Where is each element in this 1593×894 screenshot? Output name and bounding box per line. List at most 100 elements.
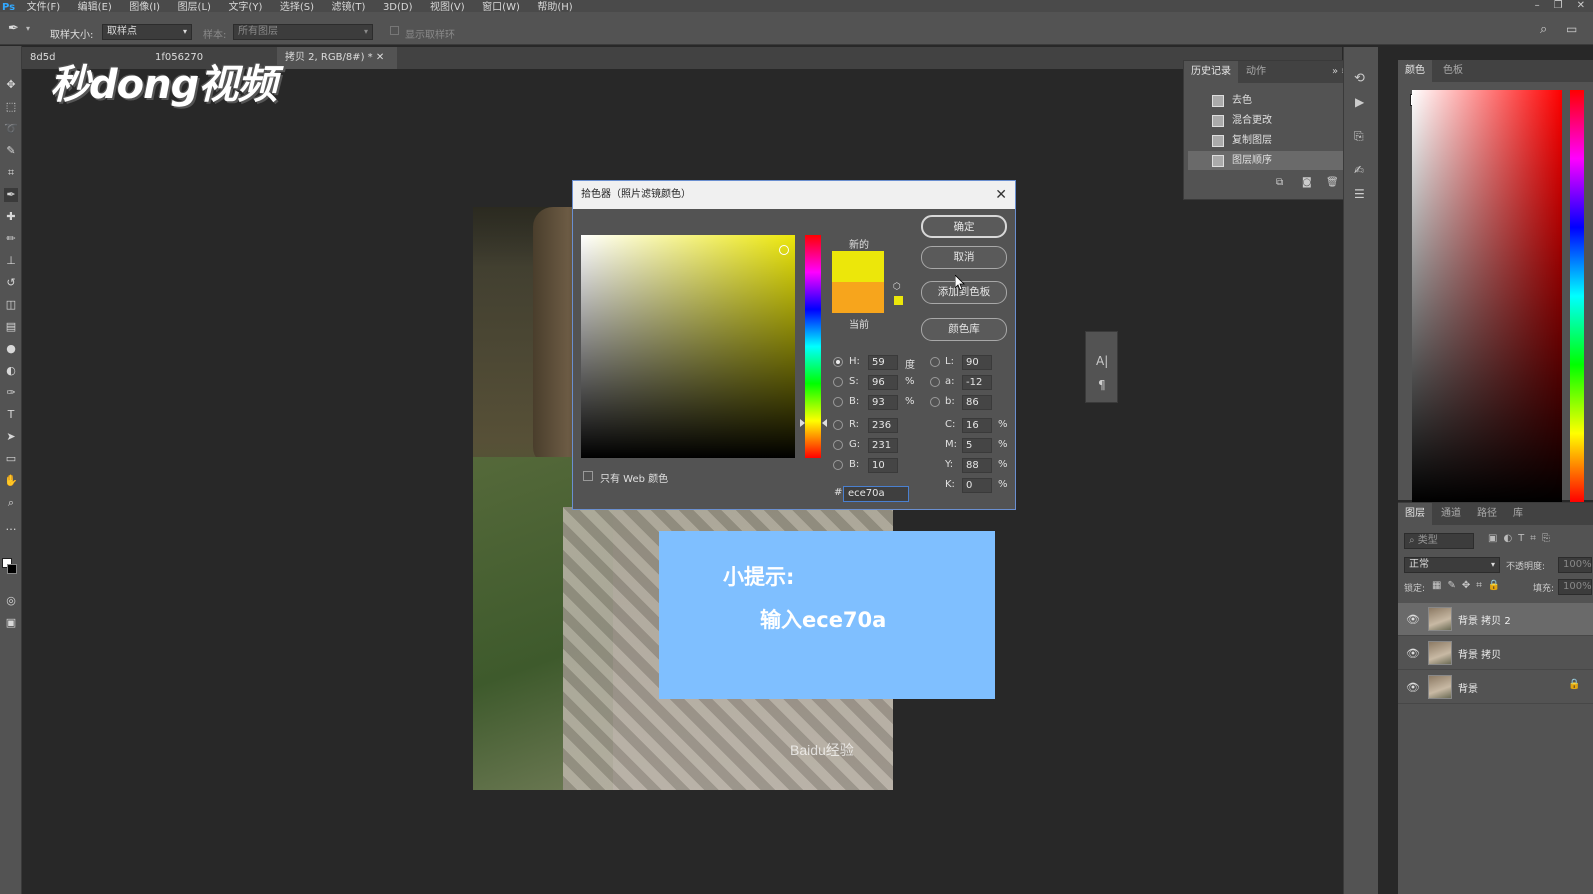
- magenta-input[interactable]: 5: [962, 438, 992, 453]
- restore-icon[interactable]: ❐: [1554, 0, 1563, 11]
- move-tool-icon[interactable]: ✥: [4, 78, 18, 92]
- web-safe-color-swatch[interactable]: [894, 296, 903, 305]
- dodge-tool-icon[interactable]: ◐: [4, 364, 18, 378]
- tab-channels[interactable]: 通道: [1434, 503, 1468, 525]
- color-libraries-button[interactable]: 颜色库: [921, 318, 1007, 341]
- color-panel-gradient-field[interactable]: [1412, 90, 1562, 502]
- layer-row[interactable]: 👁 背景 🔒: [1398, 671, 1593, 704]
- blue-input[interactable]: 10: [868, 458, 898, 473]
- opacity-input[interactable]: 100%: [1558, 557, 1592, 573]
- path-select-tool-icon[interactable]: ➤: [4, 430, 18, 444]
- green-radio[interactable]: [833, 440, 843, 450]
- gradient-tool-icon[interactable]: ▤: [4, 320, 18, 334]
- saturation-brightness-field[interactable]: [581, 235, 795, 458]
- clone-stamp-tool-icon[interactable]: ⊥: [4, 254, 18, 268]
- lab-b-input[interactable]: 86: [962, 395, 992, 410]
- eyedropper-tool-icon[interactable]: ✒: [8, 21, 19, 36]
- brush-tool-icon[interactable]: ✏: [4, 232, 18, 246]
- hex-input[interactable]: ece70a: [843, 486, 909, 502]
- close-icon[interactable]: ✕: [995, 181, 1007, 209]
- layer-kind-filter[interactable]: ⌕ 类型: [1404, 533, 1474, 549]
- trash-icon[interactable]: 🗑: [1326, 177, 1339, 188]
- hue-slider-right-arrow[interactable]: [822, 419, 827, 427]
- sample-select[interactable]: 所有图层 ▾: [233, 24, 373, 40]
- ok-button[interactable]: 确定: [921, 215, 1007, 238]
- actions-play-icon[interactable]: ▶: [1355, 95, 1364, 109]
- close-window-icon[interactable]: ✕: [1577, 0, 1585, 11]
- hue-input[interactable]: 59: [868, 355, 898, 370]
- background-color-swatch[interactable]: [7, 564, 17, 574]
- tab-paths[interactable]: 路径: [1470, 503, 1504, 525]
- blend-mode-select[interactable]: 正常 ▾: [1404, 557, 1500, 573]
- quick-select-tool-icon[interactable]: ✎: [4, 144, 18, 158]
- tab-color[interactable]: 颜色: [1398, 60, 1432, 82]
- healing-brush-tool-icon[interactable]: ✚: [4, 210, 18, 224]
- eye-icon[interactable]: 👁: [1406, 613, 1420, 626]
- color-field-cursor[interactable]: [779, 245, 789, 255]
- eraser-tool-icon[interactable]: ◫: [4, 298, 18, 312]
- sample-size-select[interactable]: 取样点 ▾: [102, 24, 192, 40]
- color-panel-hue-spectrum[interactable]: [1570, 90, 1584, 502]
- cyan-input[interactable]: 16: [962, 418, 992, 433]
- minimize-icon[interactable]: –: [1535, 0, 1540, 11]
- character-icon[interactable]: A|: [1096, 354, 1108, 368]
- screen-mode-icon[interactable]: ▣: [4, 616, 18, 630]
- eye-icon[interactable]: 👁: [1406, 647, 1420, 660]
- document-tab-active[interactable]: 拷贝 2, RGB/8#) * ✕: [277, 47, 397, 69]
- layer-row[interactable]: 👁 背景 拷贝 2: [1398, 603, 1593, 636]
- lab-l-input[interactable]: 90: [962, 355, 992, 370]
- hand-tool-icon[interactable]: ✋: [4, 474, 18, 488]
- marquee-tool-icon[interactable]: ⬚: [4, 100, 18, 114]
- yellow-input[interactable]: 88: [962, 458, 992, 473]
- eyedropper-tool-icon[interactable]: ✒: [4, 188, 18, 202]
- pen-tool-icon[interactable]: ✑: [4, 386, 18, 400]
- hue-radio[interactable]: [833, 357, 843, 367]
- lab-b-radio[interactable]: [930, 397, 940, 407]
- cancel-button[interactable]: 取消: [921, 246, 1007, 269]
- new-document-from-state-icon[interactable]: ⧉: [1276, 177, 1283, 188]
- lock-icons[interactable]: ▦✎✥⌗🔒: [1432, 580, 1506, 591]
- type-tool-icon[interactable]: T: [4, 408, 18, 422]
- out-of-gamut-cube-icon[interactable]: ⬡: [893, 282, 901, 292]
- more-tools-icon[interactable]: …: [4, 520, 18, 534]
- lab-a-radio[interactable]: [930, 377, 940, 387]
- rectangle-tool-icon[interactable]: ▭: [4, 452, 18, 466]
- saturation-input[interactable]: 96: [868, 375, 898, 390]
- clone-source-icon[interactable]: ⎘: [1354, 129, 1364, 144]
- web-colors-only-checkbox[interactable]: [583, 471, 593, 481]
- layer-row[interactable]: 👁 背景 拷贝: [1398, 637, 1593, 670]
- brightness-radio[interactable]: [833, 397, 843, 407]
- black-input[interactable]: 0: [962, 478, 992, 493]
- brightness-input[interactable]: 93: [868, 395, 898, 410]
- eye-icon[interactable]: 👁: [1406, 681, 1420, 694]
- workspace-icon[interactable]: ▭: [1566, 22, 1577, 36]
- red-radio[interactable]: [833, 420, 843, 430]
- hue-slider[interactable]: [805, 235, 821, 458]
- history-item[interactable]: 去色: [1188, 91, 1346, 110]
- camera-snapshot-icon[interactable]: ◙: [1302, 177, 1312, 188]
- tab-swatches[interactable]: 色板: [1436, 60, 1470, 82]
- history-item-selected[interactable]: 图层顺序: [1188, 151, 1346, 170]
- paragraph-icon[interactable]: ¶: [1098, 378, 1106, 392]
- lab-a-input[interactable]: -12: [962, 375, 992, 390]
- history-icon[interactable]: ⟲: [1354, 71, 1365, 86]
- zoom-tool-icon[interactable]: ⌕: [4, 496, 18, 510]
- lab-l-radio[interactable]: [930, 357, 940, 367]
- green-input[interactable]: 231: [868, 438, 898, 453]
- fill-input[interactable]: 100%: [1558, 579, 1592, 595]
- brush-settings-icon[interactable]: ✍: [1354, 163, 1364, 177]
- tab-history[interactable]: 历史记录: [1184, 61, 1238, 83]
- search-icon[interactable]: ⌕: [1540, 22, 1547, 37]
- crop-tool-icon[interactable]: ⌗: [4, 166, 18, 180]
- saturation-radio[interactable]: [833, 377, 843, 387]
- adjustments-icon[interactable]: ☰: [1354, 187, 1365, 201]
- history-item[interactable]: 复制图层: [1188, 131, 1346, 150]
- quick-mask-icon[interactable]: ◎: [4, 594, 18, 608]
- tab-actions[interactable]: 动作: [1239, 61, 1273, 83]
- history-item[interactable]: 混合更改: [1188, 111, 1346, 130]
- layer-filter-icons[interactable]: ▣◐T⌗⎘: [1488, 533, 1556, 544]
- current-color-swatch[interactable]: [832, 282, 884, 313]
- blue-radio[interactable]: [833, 460, 843, 470]
- close-tab-icon[interactable]: ✕: [376, 52, 384, 63]
- blur-tool-icon[interactable]: ●: [4, 342, 18, 356]
